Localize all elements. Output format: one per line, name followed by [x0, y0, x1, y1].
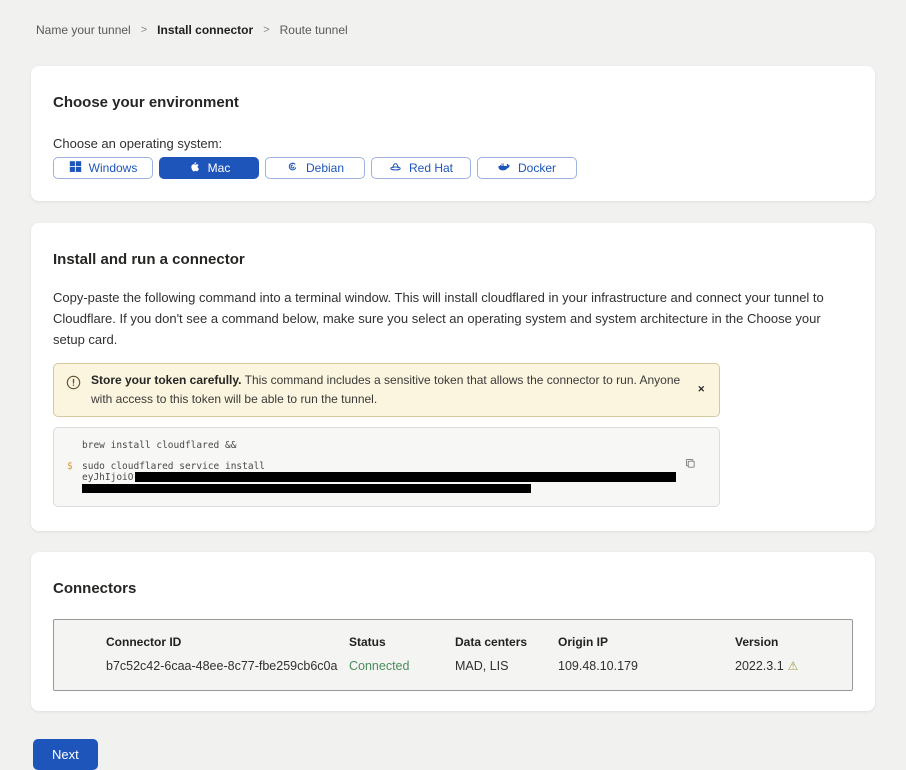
status-badge: Connected: [349, 659, 455, 673]
os-button-mac[interactable]: Mac: [159, 157, 259, 179]
copy-icon[interactable]: [682, 455, 699, 472]
os-button-label: Red Hat: [409, 161, 453, 175]
col-header-data-centers: Data centers: [455, 635, 558, 649]
os-button-redhat[interactable]: Red Hat: [371, 157, 471, 179]
code-text: brew install cloudflared &&: [82, 440, 236, 451]
code-text: eyJhIjoiO: [82, 472, 676, 483]
step-name-your-tunnel[interactable]: Name your tunnel: [36, 23, 131, 37]
origin-ip-value: 109.48.10.179: [558, 659, 735, 673]
choose-environment-card: Choose your environment Choose an operat…: [31, 66, 875, 201]
col-header-connector-id: Connector ID: [106, 635, 349, 649]
install-description: Copy-paste the following command into a …: [53, 288, 851, 350]
redacted-token-bar: [82, 484, 531, 493]
token-warning-title: Store your token carefully.: [91, 373, 242, 387]
windows-icon: [69, 160, 82, 176]
col-header-version: Version: [735, 635, 832, 649]
code-line-token: eyJhIjoiO: [67, 472, 705, 483]
redacted-token-bar: [135, 472, 676, 482]
breadcrumb-separator: >: [141, 24, 147, 36]
alert-circle-icon: [66, 375, 81, 390]
token-warning-text: Store your token carefully. This command…: [91, 371, 681, 408]
step-route-tunnel: Route tunnel: [280, 23, 348, 37]
code-line-token-2: [67, 483, 705, 493]
os-button-windows[interactable]: Windows: [53, 157, 153, 179]
os-button-label: Debian: [306, 161, 344, 175]
card-title: Install and run a connector: [53, 251, 853, 268]
token-prefix: eyJhIjoiO: [82, 472, 133, 483]
docker-icon: [498, 160, 511, 176]
code-text: sudo cloudflared service install: [82, 461, 265, 472]
shell-prompt: $: [67, 461, 82, 472]
step-install-connector: Install connector: [157, 23, 253, 37]
os-button-label: Docker: [518, 161, 556, 175]
data-centers-value: MAD, LIS: [455, 659, 558, 673]
breadcrumb: Name your tunnel > Install connector > R…: [31, 0, 875, 37]
version-value: 2022.3.1⚠: [735, 659, 832, 673]
install-command-codeblock: brew install cloudflared && $ sudo cloud…: [53, 427, 720, 507]
connectors-table: Connector ID Status Data centers Origin …: [53, 619, 853, 691]
os-button-label: Windows: [89, 161, 138, 175]
col-header-status: Status: [349, 635, 455, 649]
warning-triangle-icon: ⚠: [788, 659, 799, 673]
code-line-brew: brew install cloudflared &&: [67, 440, 705, 451]
next-button[interactable]: Next: [33, 739, 98, 770]
connectors-card: Connectors Connector ID Status Data cent…: [31, 552, 875, 711]
os-button-docker[interactable]: Docker: [477, 157, 577, 179]
os-button-group: Windows Mac Debian Red Hat Docker: [53, 157, 853, 179]
close-icon[interactable]: ✕: [693, 380, 709, 399]
token-warning-banner: Store your token carefully. This command…: [53, 363, 720, 416]
code-line-service-install: $ sudo cloudflared service install: [67, 461, 705, 472]
tunnel-setup-page: Name your tunnel > Install connector > R…: [0, 0, 906, 770]
redhat-icon: [389, 160, 402, 176]
col-header-origin-ip: Origin IP: [558, 635, 735, 649]
apple-icon: [188, 160, 201, 176]
card-title: Connectors: [53, 580, 853, 597]
connector-id-value: b7c52c42-6caa-48ee-8c77-fbe259cb6c0a: [106, 659, 349, 673]
os-button-debian[interactable]: Debian: [265, 157, 365, 179]
breadcrumb-separator: >: [263, 24, 269, 36]
card-title: Choose your environment: [53, 94, 853, 111]
os-button-label: Mac: [208, 161, 231, 175]
install-connector-card: Install and run a connector Copy-paste t…: [31, 223, 875, 531]
os-select-label: Choose an operating system:: [53, 136, 853, 151]
debian-icon: [286, 160, 299, 176]
